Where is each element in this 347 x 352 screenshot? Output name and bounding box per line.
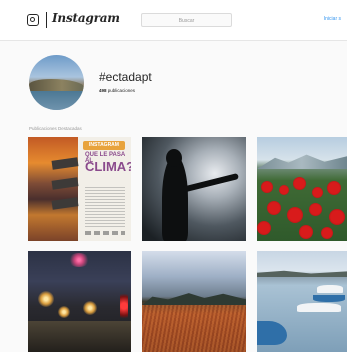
post-thumbnail-sunset-field[interactable] — [142, 251, 246, 352]
hashtag-avatar — [29, 55, 84, 110]
instagram-camera-icon[interactable] — [27, 14, 39, 26]
post-thumbnail-boats[interactable] — [257, 251, 347, 352]
post-count: 498 publicaciones — [99, 88, 135, 93]
post-thumbnail-poster[interactable]: INSTAGRAM QUE LE PASA AL CLIMA? — [28, 137, 131, 241]
post-thumbnail-silhouette[interactable] — [142, 137, 246, 241]
hashtag-title: #ectadapt — [99, 70, 152, 84]
top-navigation-bar: Instagram Buscar Iniciar s — [0, 0, 347, 41]
header-divider — [46, 12, 47, 28]
post-thumbnail-poppies[interactable] — [257, 137, 347, 241]
post-count-value: 498 — [99, 88, 107, 93]
post-thumbnail-rainy-night[interactable] — [28, 251, 131, 352]
poster-badge: INSTAGRAM — [83, 141, 125, 150]
post-count-label: publicaciones — [107, 88, 136, 93]
instagram-wordmark[interactable]: Instagram — [52, 11, 120, 25]
section-label-top-posts: Publicaciones Destacadas — [29, 126, 82, 131]
login-link[interactable]: Iniciar s — [324, 16, 341, 22]
search-input[interactable]: Buscar — [141, 13, 232, 27]
poster-line2: CLIMA? — [85, 159, 131, 174]
